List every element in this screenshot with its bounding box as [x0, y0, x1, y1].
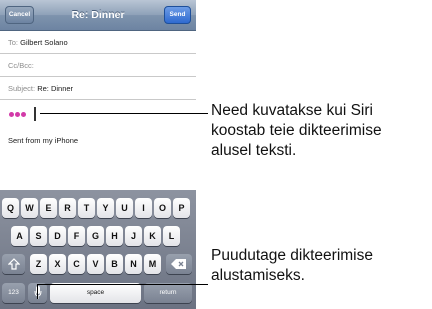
dictation-callout: Need kuvatakse kui Siri koostab teie dik… — [211, 101, 382, 161]
delete-icon — [171, 259, 186, 269]
key-t[interactable]: T — [78, 198, 95, 218]
return-key[interactable]: return — [144, 283, 192, 303]
dictation-callout-line — [40, 113, 208, 114]
key-f[interactable]: F — [68, 226, 85, 246]
message-title: Re: Dinner — [71, 9, 125, 21]
mic-callout-line — [37, 284, 208, 285]
cc-bcc-label: Cc/Bcc: — [8, 61, 34, 70]
key-e[interactable]: E — [40, 198, 57, 218]
subject-label: Subject: — [8, 84, 36, 93]
keyboard: Q W E R T Y U I O P A S D F G H J K L Z … — [0, 190, 196, 309]
key-h[interactable]: H — [106, 226, 123, 246]
key-x[interactable]: X — [49, 254, 66, 274]
key-o[interactable]: O — [154, 198, 171, 218]
key-c[interactable]: C — [68, 254, 85, 274]
key-r[interactable]: R — [59, 198, 76, 218]
dictation-dot — [9, 112, 14, 117]
key-s[interactable]: S — [30, 226, 47, 246]
mic-callout-line-2: alustamiseks. — [211, 267, 305, 284]
key-j[interactable]: J — [125, 226, 142, 246]
key-v[interactable]: V — [87, 254, 104, 274]
key-z[interactable]: Z — [30, 254, 47, 274]
navigation-bar: Cancel Re: Dinner Send — [0, 0, 196, 31]
text-cursor — [34, 107, 36, 121]
dictation-dot — [15, 112, 20, 117]
mic-callout-line-1: Puudutage dikteerimise — [211, 247, 373, 264]
to-field[interactable]: To: Gilbert Solano — [0, 32, 196, 54]
cc-bcc-field[interactable]: Cc/Bcc: — [0, 55, 196, 77]
key-n[interactable]: N — [125, 254, 142, 274]
dictation-callout-line-2: koostab teie dikteerimise — [211, 122, 382, 139]
key-y[interactable]: Y — [97, 198, 114, 218]
key-u[interactable]: U — [116, 198, 133, 218]
dictation-indicator — [9, 110, 33, 118]
subject-field[interactable]: Subject: Re: Dinner — [0, 78, 196, 100]
key-g[interactable]: G — [87, 226, 104, 246]
subject-value[interactable]: Re: Dinner — [37, 84, 73, 93]
key-k[interactable]: K — [144, 226, 161, 246]
key-a[interactable]: A — [11, 226, 28, 246]
dictation-callout-line-1: Need kuvatakse kui Siri — [211, 102, 373, 119]
cancel-button[interactable]: Cancel — [5, 6, 34, 24]
delete-key[interactable] — [166, 254, 192, 274]
to-label: To: — [8, 38, 19, 47]
email-signature[interactable]: Sent from my iPhone — [8, 136, 78, 145]
mic-callout: Puudutage dikteerimise alustamiseks. — [211, 246, 373, 286]
to-recipient[interactable]: Gilbert Solano — [20, 38, 68, 47]
key-b[interactable]: B — [106, 254, 123, 274]
mic-callout-line-vertical — [37, 284, 38, 299]
key-q[interactable]: Q — [2, 198, 19, 218]
dictation-callout-line-3: alusel teksti. — [211, 142, 297, 159]
key-l[interactable]: L — [163, 226, 180, 246]
phone-screen: Cancel Re: Dinner Send To: Gilbert Solan… — [0, 0, 196, 309]
key-d[interactable]: D — [49, 226, 66, 246]
send-button[interactable]: Send — [164, 6, 191, 24]
key-p[interactable]: P — [173, 198, 190, 218]
key-i[interactable]: I — [135, 198, 152, 218]
dictation-dot — [21, 112, 26, 117]
shift-icon — [7, 258, 20, 270]
shift-key[interactable] — [2, 254, 25, 274]
key-w[interactable]: W — [21, 198, 38, 218]
numbers-key[interactable]: 123 — [2, 283, 25, 303]
key-m[interactable]: M — [144, 254, 161, 274]
space-key[interactable]: space — [50, 283, 141, 303]
